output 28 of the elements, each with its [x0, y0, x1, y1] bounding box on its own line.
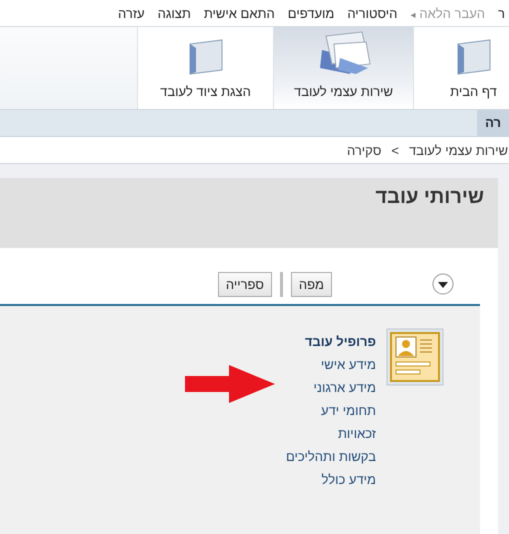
tab-label: הצגת ציוד לעובד [160, 84, 251, 99]
profile-link[interactable]: מידע אישי [286, 357, 376, 372]
profile-card-icon [386, 328, 444, 386]
map-button[interactable]: מפה [290, 272, 332, 296]
section-title-link[interactable]: פרופיל עובד [286, 334, 376, 349]
ribbon-tab[interactable]: שירות עצמי לעובד [273, 27, 413, 109]
profile-link[interactable]: מידע ארגוני [286, 380, 376, 395]
tab-label: דף הבית [450, 84, 497, 99]
ribbon-tab[interactable]: דף הבית [413, 27, 509, 109]
library-button[interactable]: ספרייה [218, 272, 272, 296]
breadcrumb-separator: > [391, 142, 399, 158]
menu-item[interactable]: היסטוריה [347, 6, 398, 20]
menu-item[interactable]: ר [498, 6, 505, 20]
ribbon-tab[interactable]: הצגת ציוד לעובד [137, 27, 273, 109]
profile-link[interactable]: זכאויות [286, 426, 376, 441]
tab-label: שירות עצמי לעובד [294, 84, 394, 99]
subnav-tab[interactable]: רה [477, 110, 509, 136]
profile-link[interactable]: מידע כולל [286, 472, 376, 487]
dropdown-icon[interactable] [432, 273, 454, 295]
profile-link[interactable]: בקשות ותהליכים [286, 449, 376, 464]
menu-item[interactable]: התאם אישית [204, 6, 275, 20]
page-title: שירותי עובד [0, 178, 498, 248]
menu-item[interactable]: עזרה [118, 6, 145, 20]
menu-item[interactable]: תצוגה [158, 6, 191, 20]
breadcrumb-current: סקירה [346, 142, 382, 158]
profile-link[interactable]: תחומי ידע [286, 403, 376, 418]
breadcrumb-link[interactable]: שירות עצמי לעובד [408, 142, 508, 158]
menu-item[interactable]: מועדפים [288, 6, 334, 20]
